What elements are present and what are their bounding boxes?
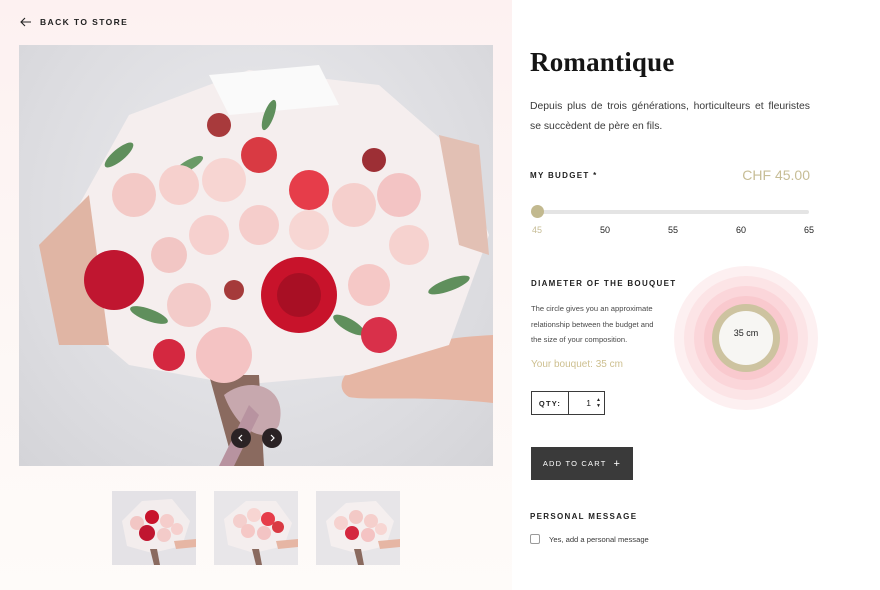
gallery-prev-button[interactable]	[231, 428, 251, 448]
qty-label: QTY:	[532, 392, 569, 414]
diameter-description: The circle gives you an approximate rela…	[531, 304, 654, 344]
budget-tick: 65	[803, 225, 815, 235]
qty-input[interactable]	[569, 392, 593, 414]
budget-slider-track[interactable]	[537, 210, 809, 214]
gallery-thumbnail[interactable]	[214, 491, 298, 565]
personal-message-label: PERSONAL MESSAGE	[530, 512, 638, 521]
budget-price: CHF 45.00	[742, 167, 810, 183]
personal-message-checkbox-label: Yes, add a personal message	[549, 534, 649, 544]
budget-slider-handle[interactable]	[531, 205, 544, 218]
gallery-thumbnail[interactable]	[112, 491, 196, 565]
caret-up-icon[interactable]: ▲	[596, 397, 601, 403]
budget-tick: 55	[667, 225, 679, 235]
budget-tick: 45	[531, 225, 543, 235]
gallery-next-button[interactable]	[262, 428, 282, 448]
add-to-cart-button[interactable]: ADD TO CART +	[531, 447, 633, 480]
personal-message-option[interactable]: Yes, add a personal message	[530, 534, 649, 544]
product-description: Depuis plus de trois générations, hortic…	[530, 101, 810, 132]
quantity-stepper: QTY: ▲ ▼	[531, 391, 605, 415]
add-to-cart-label: ADD TO CART	[542, 459, 607, 468]
budget-label: MY BUDGET *	[530, 171, 598, 180]
budget-tick: 60	[735, 225, 747, 235]
bouquet-diameter-value: 35 cm	[733, 328, 759, 338]
budget-tick: 50	[599, 225, 611, 235]
arrow-left-icon	[20, 17, 31, 27]
bouquet-size-circle	[674, 266, 818, 410]
diameter-label: DIAMETER OF THE BOUQUET	[531, 279, 677, 288]
chevron-left-icon	[238, 434, 243, 442]
back-to-store-link[interactable]: BACK TO STORE	[20, 15, 128, 29]
bouquet-size-text: Your bouquet: 35 cm	[531, 359, 623, 370]
gallery-thumbnail[interactable]	[316, 491, 400, 565]
back-to-store-label: BACK TO STORE	[40, 17, 129, 27]
product-main-image	[19, 45, 493, 466]
qty-arrows[interactable]: ▲ ▼	[593, 392, 604, 414]
plus-icon: +	[613, 457, 622, 470]
personal-message-checkbox[interactable]	[530, 534, 540, 544]
product-title: Romantique	[530, 47, 675, 77]
chevron-right-icon	[270, 434, 275, 442]
caret-down-icon[interactable]: ▼	[596, 403, 601, 409]
